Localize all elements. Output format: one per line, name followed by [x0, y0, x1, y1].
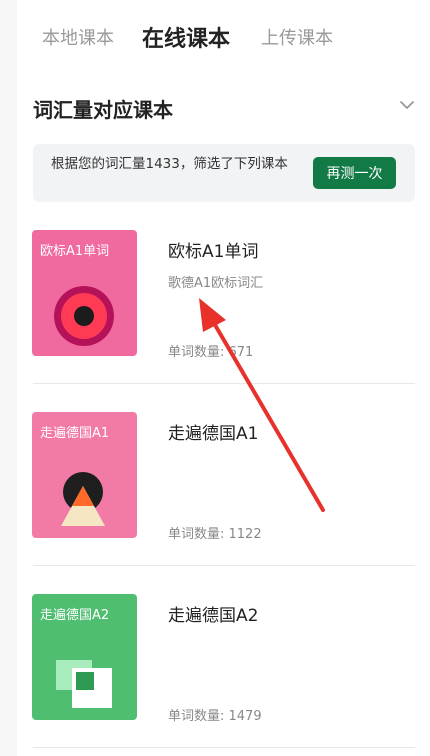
word-count: 单词数量: 671 — [168, 341, 253, 360]
book-cover: 走遍德国A1 — [32, 412, 137, 538]
book-cover: 走遍德国A2 — [32, 594, 137, 720]
tab-local-textbooks[interactable]: 本地课本 — [42, 24, 114, 50]
book-item[interactable]: 走遍德国A2 走遍德国A2 单词数量: 1479 — [17, 566, 430, 748]
notice-text: 根据您的词汇量1433，筛选了下列课本 — [51, 156, 288, 172]
book-cover: 欧标A1单词 — [32, 230, 137, 356]
chevron-down-icon[interactable] — [398, 96, 416, 114]
textbook-page: 本地课本 在线课本 上传课本 词汇量对应课本 根据您的词汇量1433，筛选了下列… — [17, 0, 430, 756]
word-count-value: 671 — [228, 345, 254, 360]
word-count-label: 单词数量: — [168, 527, 229, 542]
word-count-value: 1479 — [228, 709, 262, 724]
book-item[interactable]: 走遍德国A1 走遍德国A1 单词数量: 1122 — [17, 384, 430, 566]
book-item[interactable]: 欧标A1单词 欧标A1单词 歌德A1欧标词汇 单词数量: 671 — [17, 202, 430, 384]
retest-button[interactable]: 再测一次 — [313, 157, 396, 189]
section-title: 词汇量对应课本 — [33, 98, 173, 122]
book-title: 走遍德国A2 — [168, 606, 259, 626]
textbook-tabs: 本地课本 在线课本 上传课本 — [17, 0, 430, 68]
section-header: 词汇量对应课本 — [17, 88, 430, 128]
tab-upload-textbooks[interactable]: 上传课本 — [261, 24, 333, 50]
word-count: 单词数量: 1479 — [168, 705, 262, 724]
cover-label: 欧标A1单词 — [40, 244, 110, 259]
word-count: 单词数量: 1122 — [168, 523, 262, 542]
vocabulary-notice: 根据您的词汇量1433，筛选了下列课本 再测一次 — [33, 144, 415, 202]
cover-label: 走遍德国A1 — [40, 426, 110, 441]
book-subtitle: 歌德A1欧标词汇 — [168, 276, 264, 291]
divider — [33, 747, 415, 748]
word-count-value: 1122 — [228, 527, 262, 542]
book-title: 走遍德国A1 — [168, 424, 259, 444]
cover-label: 走遍德国A2 — [40, 608, 110, 623]
word-count-label: 单词数量: — [168, 709, 229, 724]
tab-online-textbooks[interactable]: 在线课本 — [142, 21, 230, 53]
word-count-label: 单词数量: — [168, 345, 229, 360]
book-title: 欧标A1单词 — [168, 242, 259, 262]
